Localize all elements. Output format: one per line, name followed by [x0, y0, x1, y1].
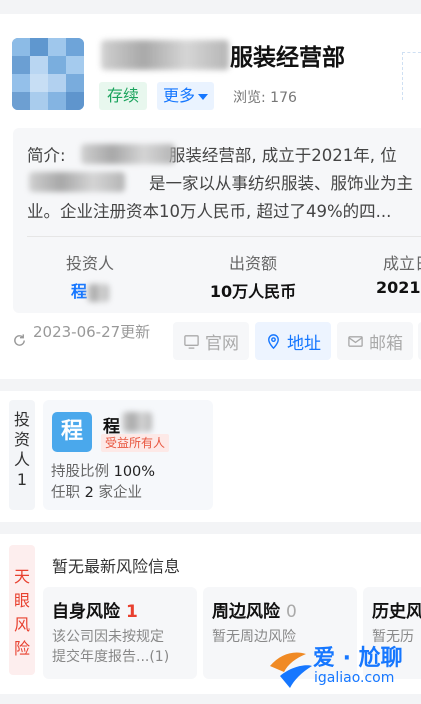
investor-count: 1: [16, 470, 28, 489]
risk-card-title: 历史风: [372, 602, 421, 622]
risk-card-title: 周边风险 0: [212, 602, 297, 622]
view-count: 浏览: 176: [233, 87, 297, 107]
risk-side-title: 天眼风险: [14, 567, 31, 658]
shareholding-ratio: 持股比例 100%: [51, 460, 155, 481]
redacted-intro-name-1: [81, 144, 175, 164]
stat-value: 程: [45, 278, 135, 302]
company-logo: [12, 38, 84, 110]
redacted-investor-name: [122, 412, 152, 432]
ratio-value: 100%: [113, 464, 156, 480]
redacted-name: [101, 40, 229, 70]
address-button[interactable]: 地址: [255, 322, 331, 360]
beneficial-owner-badge: 受益所有人: [101, 434, 170, 452]
own-risk-card[interactable]: 自身风险 1 该公司因未按规定 提交年度报告...(1): [43, 587, 197, 679]
monitor-icon: [184, 334, 199, 349]
investor-side-title: 投资人: [14, 410, 31, 469]
bottom-gap: [0, 694, 421, 704]
risk-headline: 暂无最新风险信息: [52, 557, 181, 576]
stat-founded: 成立日 2021.0: [363, 250, 421, 297]
status-badge: 存续: [99, 82, 148, 110]
update-timestamp: 2023-06-27更新: [33, 323, 151, 341]
intro-line2-text: 是一家以从事纺织服装、服饰业为主: [149, 174, 413, 193]
investor-card[interactable]: 程 程 受益所有人 持股比例 100% 任职 2 家企业: [43, 400, 213, 510]
watermark-url: igaliao.com: [314, 670, 395, 686]
stat-value: 2021.0: [376, 278, 421, 297]
investor-avatar: 程: [52, 412, 92, 452]
stat-label: 成立日: [383, 254, 421, 273]
risk-count: 1: [126, 602, 138, 622]
stat-investor[interactable]: 投资人 程: [45, 250, 135, 302]
investor-section-label: 投资人 1: [9, 400, 35, 510]
stat-label: 出资额: [228, 254, 277, 273]
website-label: 官网: [205, 333, 239, 354]
watermark-text: 爱 · 尬聊: [313, 646, 403, 671]
location-pin-icon: [268, 333, 279, 349]
post-label: 任职: [51, 485, 80, 501]
refresh-icon[interactable]: [12, 333, 27, 348]
email-label: 邮箱: [369, 333, 403, 354]
more-tags-button[interactable]: 更多: [157, 82, 215, 110]
mail-icon: [348, 335, 363, 347]
risk-count: 0: [286, 602, 297, 622]
risk-section-label: 天眼风险: [9, 545, 35, 675]
stat-capital: 出资额 10万人民币: [193, 250, 313, 302]
section-gap: [0, 522, 421, 534]
intro-panel[interactable]: 简介: 服装经营部, 成立于2021年, 位 是一家以从事纺织服装、服饰业为主 …: [13, 128, 421, 313]
website-button[interactable]: 官网: [173, 322, 249, 360]
positions-held: 任职 2 家企业: [51, 481, 142, 502]
caret-down-icon: [198, 93, 209, 100]
redacted-intro-name-2: [29, 172, 125, 192]
post-unit: 家企业: [98, 485, 142, 501]
post-count: 2: [84, 485, 94, 501]
divider: [27, 236, 421, 237]
stat-label: 投资人: [65, 254, 114, 273]
risk-card-desc: 该公司因未按规定 提交年度报告...(1): [52, 629, 170, 665]
company-name: 服装经营部: [230, 45, 345, 71]
views-label: 浏览:: [233, 90, 271, 106]
intro-line-3: 业。企业注册资本10万人民币, 超过了49%的四...: [27, 202, 392, 221]
address-label: 地址: [287, 333, 321, 354]
views-number: 176: [270, 90, 297, 106]
email-button[interactable]: 邮箱: [337, 322, 413, 360]
intro-line1-text: 服装经营部, 成立于2021年, 位: [168, 146, 397, 165]
top-gap: [0, 0, 421, 14]
ratio-label: 持股比例: [51, 464, 109, 480]
section-gap: [0, 379, 421, 391]
stat-value: 10万人民币: [209, 282, 297, 301]
risk-card-title: 自身风险 1: [52, 602, 138, 622]
intro-prefix: 简介:: [27, 146, 71, 165]
more-label: 更多: [163, 86, 196, 105]
decorative-corner: [402, 52, 421, 100]
